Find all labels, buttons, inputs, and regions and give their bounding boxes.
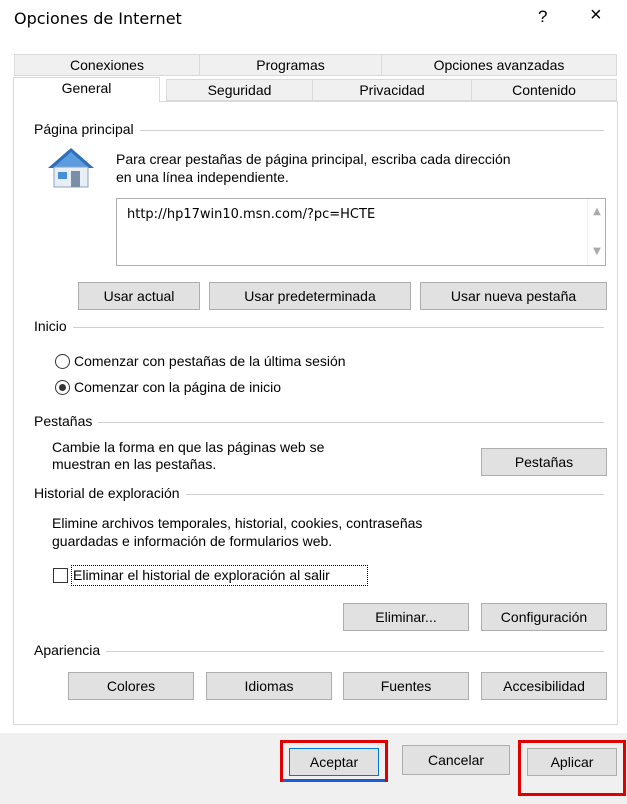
scroll-down-icon[interactable]: ▼ xyxy=(588,243,606,261)
close-icon[interactable]: × xyxy=(590,4,602,27)
general-panel xyxy=(13,101,618,725)
delete-history-on-exit-checkbox[interactable] xyxy=(53,568,68,583)
apply-button[interactable]: Aplicar xyxy=(527,748,617,776)
accessibility-button[interactable]: Accesibilidad xyxy=(481,672,607,700)
history-description-line1: Elimine archivos temporales, historial, … xyxy=(52,515,423,531)
startup-section-divider xyxy=(36,327,604,328)
use-current-button[interactable]: Usar actual xyxy=(78,282,200,310)
house-icon xyxy=(48,148,94,188)
home-section-label: Página principal xyxy=(34,121,140,137)
window-title: Opciones de Internet xyxy=(14,9,182,28)
fonts-button[interactable]: Fuentes xyxy=(343,672,469,700)
ok-focus-underline xyxy=(283,779,385,782)
appearance-section-divider xyxy=(36,651,604,652)
languages-button[interactable]: Idiomas xyxy=(206,672,332,700)
scroll-up-icon[interactable]: ▲ xyxy=(588,203,606,221)
tab-seguridad[interactable]: Seguridad xyxy=(166,79,313,101)
history-section-label: Historial de exploración xyxy=(34,485,186,501)
home-url-value: http://hp17win10.msn.com/?pc=HCTE xyxy=(127,207,376,222)
tab-general[interactable]: General xyxy=(13,77,160,102)
use-new-tab-button[interactable]: Usar nueva pestaña xyxy=(420,282,607,310)
radio-last-session[interactable] xyxy=(55,354,70,369)
use-default-button[interactable]: Usar predeterminada xyxy=(209,282,411,310)
help-icon[interactable]: ? xyxy=(538,7,547,27)
delete-button[interactable]: Eliminar... xyxy=(343,603,469,631)
home-description-line1: Para crear pestañas de página principal,… xyxy=(116,151,511,167)
tabs-section-label: Pestañas xyxy=(34,413,99,429)
colors-button[interactable]: Colores xyxy=(68,672,194,700)
radio-home-page[interactable] xyxy=(55,380,70,395)
tab-opciones-avanzadas[interactable]: Opciones avanzadas xyxy=(381,54,617,76)
tab-conexiones[interactable]: Conexiones xyxy=(14,54,200,76)
tab-contenido[interactable]: Contenido xyxy=(471,79,617,101)
title-bar: Opciones de Internet ? × xyxy=(0,0,627,40)
tab-programas[interactable]: Programas xyxy=(199,54,382,76)
radio-last-session-label[interactable]: Comenzar con pestañas de la última sesió… xyxy=(74,352,346,370)
ok-button[interactable]: Aceptar xyxy=(289,748,379,776)
cancel-button[interactable]: Cancelar xyxy=(402,745,510,775)
radio-home-page-label[interactable]: Comenzar con la página de inicio xyxy=(74,378,281,396)
tab-privacidad[interactable]: Privacidad xyxy=(312,79,472,101)
radio-selected-dot xyxy=(59,384,66,391)
tabs-description-line1: Cambie la forma en que las páginas web s… xyxy=(52,439,325,455)
tabs-section-divider xyxy=(36,422,604,423)
appearance-section-label: Apariencia xyxy=(34,642,107,658)
tabs-settings-button[interactable]: Pestañas xyxy=(481,448,607,476)
startup-section-label: Inicio xyxy=(34,318,73,334)
history-settings-button[interactable]: Configuración xyxy=(481,603,607,631)
tabs-description-line2: muestran en las pestañas. xyxy=(52,456,217,472)
home-url-textarea[interactable]: http://hp17win10.msn.com/?pc=HCTE ▲ ▼ xyxy=(116,198,606,266)
url-scrollbar[interactable]: ▲ ▼ xyxy=(587,199,605,265)
home-description-line2: en una línea independiente. xyxy=(116,169,289,185)
history-description-line2: guardadas e información de formularios w… xyxy=(52,533,333,549)
delete-history-on-exit-label[interactable]: Eliminar el historial de exploración al … xyxy=(73,566,330,584)
